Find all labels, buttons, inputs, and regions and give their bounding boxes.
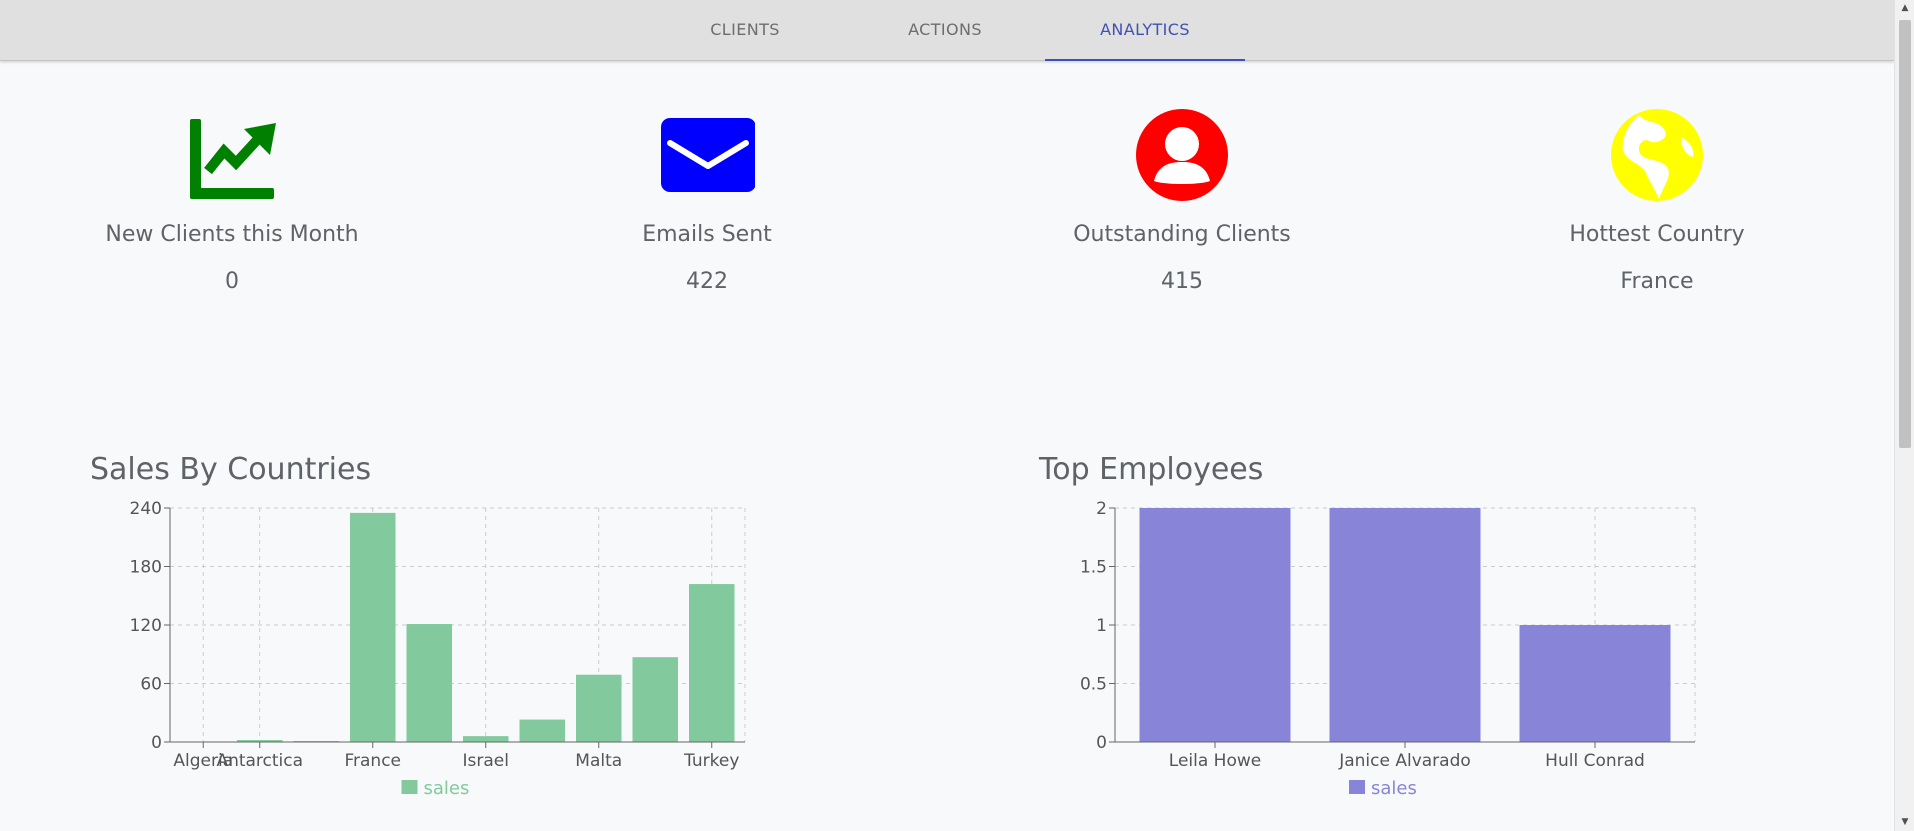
bar[interactable] <box>1519 625 1671 742</box>
y-tick-label: 2 <box>1096 499 1107 519</box>
bar[interactable] <box>1139 508 1291 742</box>
x-tick-label: Leila Howe <box>1169 751 1261 771</box>
top-employees-chart: 0 0.5 1 1.5 2 Leila Howe Janice Alvarado Hull C… <box>1080 499 1696 799</box>
bar[interactable] <box>1329 508 1481 742</box>
x-tick-label: Janice Alvarado <box>1338 751 1471 771</box>
x-tick-label: Hull Conrad <box>1545 751 1645 771</box>
legend-label: sales <box>1371 778 1417 799</box>
y-tick-label: 1 <box>1096 616 1107 636</box>
y-tick-label: 0 <box>1096 733 1107 753</box>
y-tick-label: 0.5 <box>1080 675 1107 695</box>
y-tick-label: 1.5 <box>1080 558 1107 578</box>
legend-swatch <box>1349 780 1365 794</box>
